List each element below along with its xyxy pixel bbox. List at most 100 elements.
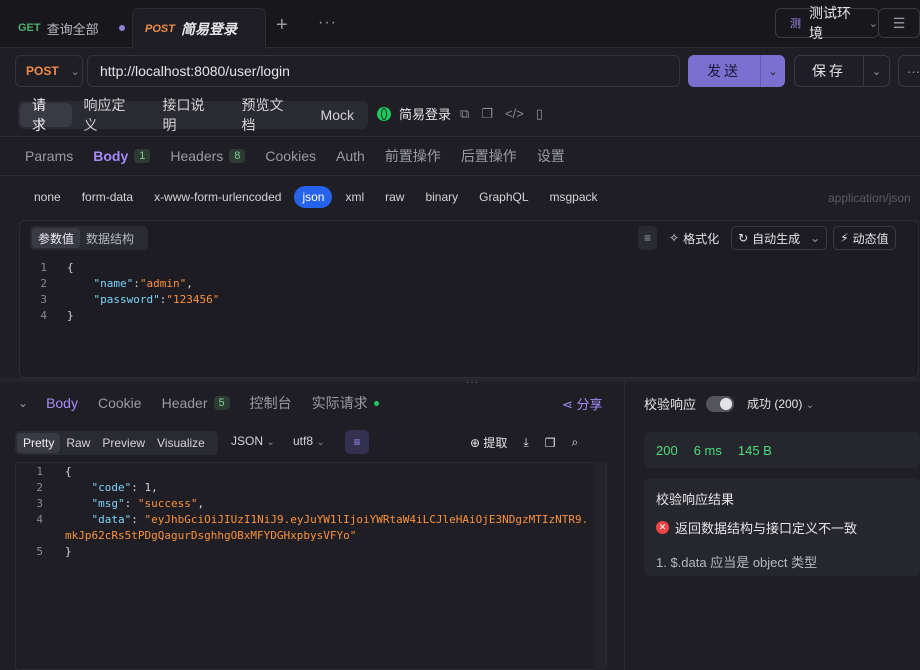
extract-label: 提取 bbox=[483, 436, 508, 450]
code-text: mkJp62cRs5tPDgQagurDsghhgOBxMFYDGHxpbysV… bbox=[65, 528, 357, 542]
subtab-label: Cookies bbox=[265, 148, 316, 164]
vertical-splitter[interactable] bbox=[624, 382, 625, 670]
subtab-label: Auth bbox=[336, 148, 365, 164]
url-input[interactable]: http://localhost:8080/user/login bbox=[87, 55, 680, 87]
line-number: 3 bbox=[40, 292, 47, 306]
view-preview[interactable]: Preview bbox=[96, 433, 151, 453]
mode-tab-preview[interactable]: 预览文档 bbox=[230, 97, 309, 133]
response-tab-console[interactable]: 控制台 bbox=[250, 393, 292, 413]
body-type-binary[interactable]: binary bbox=[417, 186, 466, 208]
body-type-selector: none form-data x-www-form-urlencoded jso… bbox=[26, 186, 611, 208]
name-value: admin bbox=[146, 276, 180, 290]
body-type-msgpack[interactable]: msgpack bbox=[542, 186, 606, 208]
env-menu-icon[interactable]: ☰ bbox=[878, 8, 920, 38]
editor-tab-schema[interactable]: 数据结构 bbox=[80, 228, 140, 248]
send-button[interactable]: 发送 ⌄ bbox=[688, 55, 785, 87]
env-label: 测试环境 bbox=[809, 5, 851, 41]
subtab-label: 前置操作 bbox=[384, 148, 441, 164]
validation-result-title: 校验响应结果 bbox=[656, 492, 735, 507]
response-tab-header[interactable]: Header 5 bbox=[162, 395, 230, 411]
body-type-urlencoded[interactable]: x-www-form-urlencoded bbox=[146, 186, 289, 208]
method-label: POST bbox=[26, 64, 59, 78]
line-number: 4 bbox=[36, 512, 43, 526]
mode-tab-mock[interactable]: Mock bbox=[309, 103, 366, 127]
body-type-json[interactable]: json bbox=[294, 186, 333, 208]
auto-label: 自动生成 bbox=[752, 231, 801, 246]
body-type-xml[interactable]: xml bbox=[337, 186, 372, 208]
subtab-post-ops[interactable]: 后置操作 bbox=[461, 146, 517, 166]
more-tabs-icon[interactable]: ··· bbox=[318, 14, 337, 32]
save-button[interactable]: 保存 ⌄ bbox=[794, 55, 890, 87]
subtab-auth[interactable]: Auth bbox=[336, 148, 365, 164]
env-badge: 测 bbox=[790, 18, 801, 30]
collapse-icon[interactable]: ⌄ bbox=[18, 396, 28, 410]
response-tab-cookie[interactable]: Cookie bbox=[98, 395, 142, 411]
error-icon: ✕ bbox=[656, 521, 669, 534]
copy-icon[interactable]: ❐ bbox=[481, 106, 493, 122]
count-badge: 5 bbox=[213, 396, 230, 410]
code-icon[interactable]: </> bbox=[505, 106, 524, 122]
status-select[interactable]: 成功 (200) ⌄ bbox=[747, 395, 814, 412]
extract-button[interactable]: ⊕ 提取 bbox=[470, 434, 507, 451]
view-pretty[interactable]: Pretty bbox=[17, 433, 61, 453]
dynamic-label: 动态值 bbox=[852, 231, 889, 246]
body-type-form-data[interactable]: form-data bbox=[74, 186, 141, 208]
mode-tab-doc[interactable]: 接口说明 bbox=[151, 97, 230, 133]
subtab-params[interactable]: Params bbox=[25, 148, 73, 164]
chevron-down-icon[interactable]: ⌄ bbox=[761, 65, 785, 78]
tab-simple-login[interactable]: POST 简易登录 bbox=[132, 8, 266, 49]
encoding-select[interactable]: utf8 ⌄ bbox=[293, 434, 325, 448]
search-icon[interactable]: ⌕ bbox=[571, 435, 578, 450]
download-icon[interactable]: ⤓ bbox=[523, 435, 528, 450]
view-visualize[interactable]: Visualize bbox=[151, 433, 211, 453]
panel-splitter[interactable] bbox=[0, 378, 920, 382]
copy-icon[interactable]: ❐ bbox=[545, 436, 556, 450]
mode-tab-request[interactable]: 请求 bbox=[20, 97, 72, 133]
tab-get-all[interactable]: GET 查询全部 bbox=[0, 8, 130, 48]
validation-header: 校验响应 bbox=[644, 394, 735, 413]
auto-generate-button[interactable]: ↻ 自动生成 ⌄ bbox=[731, 226, 828, 250]
msg-value: success bbox=[144, 496, 191, 510]
wrap-lines-icon[interactable]: ≡ bbox=[345, 430, 369, 454]
line-number: 1 bbox=[36, 464, 43, 478]
chevron-down-icon: ⌄ bbox=[868, 17, 878, 30]
format-value: JSON bbox=[231, 434, 264, 448]
view-raw[interactable]: Raw bbox=[60, 433, 96, 453]
share-button[interactable]: ⋖ 分享 bbox=[562, 394, 603, 413]
body-type-raw[interactable]: raw bbox=[377, 186, 412, 208]
response-tabs: ⌄ Body Cookie Header 5 控制台 实际请求 bbox=[0, 383, 625, 423]
chevron-down-icon[interactable]: ⌄ bbox=[864, 65, 889, 78]
line-number: 5 bbox=[36, 544, 43, 558]
method-select[interactable]: POST ⌄ bbox=[15, 55, 83, 87]
format-select[interactable]: JSON ⌄ bbox=[231, 434, 275, 448]
panel-icon[interactable]: ▯ bbox=[536, 106, 543, 122]
body-type-graphql[interactable]: GraphQL bbox=[471, 186, 536, 208]
format-button[interactable]: ✧ 格式化 bbox=[663, 226, 725, 250]
subtab-settings[interactable]: 设置 bbox=[537, 146, 565, 166]
subtab-cookies[interactable]: Cookies bbox=[265, 148, 316, 164]
response-tab-actual-request[interactable]: 实际请求 bbox=[312, 393, 379, 413]
dynamic-value-button[interactable]: ⚡ 动态值 bbox=[833, 226, 896, 250]
encoding-value: utf8 bbox=[293, 434, 314, 448]
mode-tab-response-def[interactable]: 响应定义 bbox=[72, 97, 151, 133]
line-number: 4 bbox=[40, 308, 47, 322]
subtab-body[interactable]: Body 1 bbox=[93, 148, 151, 164]
wand-icon: ⚡ bbox=[840, 231, 849, 245]
code-text: "password":"123456" bbox=[93, 292, 220, 306]
subtab-label: 设置 bbox=[536, 148, 565, 164]
environment-select[interactable]: 测 测试环境 ⌄ bbox=[775, 5, 879, 41]
body-type-none[interactable]: none bbox=[26, 186, 69, 208]
response-tab-body[interactable]: Body bbox=[46, 395, 78, 411]
status-dot-icon bbox=[373, 400, 379, 406]
scrollbar[interactable] bbox=[594, 462, 606, 670]
validation-toggle[interactable] bbox=[706, 395, 735, 412]
link-icon[interactable]: ⧉ bbox=[460, 106, 469, 122]
api-actions: ⧉ ❐ </> ▯ bbox=[460, 106, 543, 122]
wrap-icon[interactable]: ≡ bbox=[638, 226, 658, 250]
subtab-pre-ops[interactable]: 前置操作 bbox=[385, 146, 441, 166]
editor-tab-values[interactable]: 参数值 bbox=[32, 228, 81, 248]
api-name: 简易登录 bbox=[399, 107, 452, 122]
more-actions-icon[interactable]: ··· bbox=[898, 55, 920, 87]
new-tab-icon[interactable]: + bbox=[276, 14, 288, 37]
subtab-headers[interactable]: Headers 8 bbox=[170, 148, 246, 164]
